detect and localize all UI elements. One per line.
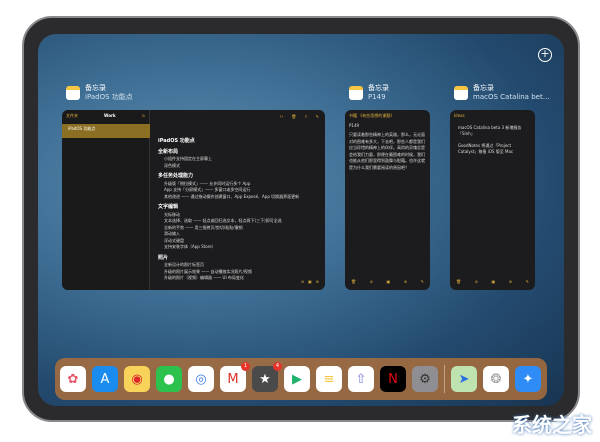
app-name: 备忘录 — [85, 84, 106, 92]
compose-icon[interactable]: ✎ — [316, 114, 319, 121]
maps-icon[interactable]: ➤ — [451, 366, 477, 392]
settings-icon[interactable]: ⚙ — [412, 366, 438, 392]
notes-window-card[interactable]: Ideas macOS Catalina beta 3 新增服务「Sinh」 G… — [450, 110, 535, 290]
back-button[interactable]: 书籍 — [349, 113, 357, 118]
wechat-icon[interactable]: ● — [156, 366, 182, 392]
app-switcher: + 备忘录 iPadOS 功能点 文件夹 Work ⊙ iPadOS 功能点 ⚇ 🗑 ⇪ ✎… — [38, 34, 564, 406]
app-name: 备忘录 — [473, 84, 494, 92]
window-title: P149 — [368, 93, 386, 101]
bullet-item: 其他改进 —— 通过拖动操作创建窗口、App Exposé、App 切换器界面更… — [164, 193, 300, 199]
weibo-icon[interactable]: ◉ — [124, 366, 150, 392]
trash-icon[interactable]: 🗑 — [291, 114, 296, 121]
app-name: 备忘录 — [368, 84, 389, 92]
watermark: 系统之家 — [512, 413, 592, 437]
notes-window-card[interactable]: 书籍 《有些思想的课题》 P149 只要读着那些精神上的英雄，那么，无论面对的困… — [345, 110, 430, 290]
note-title: P149 — [349, 122, 360, 128]
notification-badge: 1 — [241, 362, 250, 371]
toolbar-icons[interactable]: ⊘ ▣ ⊛ — [301, 279, 319, 286]
reeder-icon[interactable]: ★ 4 — [252, 362, 282, 392]
more-icon[interactable]: ⊙ — [142, 113, 145, 120]
card-label-3: 备忘录 macOS Catalina beta 3 — [454, 84, 553, 102]
notes-window-card[interactable]: 文件夹 Work ⊙ iPadOS 功能点 ⚇ 🗑 ⇪ ✎ iPadOS 功能点 全新布局… — [62, 110, 325, 290]
gmail-icon[interactable]: M1 — [220, 362, 250, 392]
section-heading: 照片 — [158, 254, 169, 261]
note-body[interactable]: iPadOS 功能点 全新布局 小组件支持固定在主屏幕上 深色模式 多任务处理能力 升级… — [158, 134, 319, 282]
back-button[interactable]: Ideas — [454, 113, 465, 118]
chrome-icon[interactable]: ◎ — [188, 366, 214, 392]
note-title: iPadOS 功能点 — [158, 138, 195, 144]
bullet-item: 支持安装字体（App Store） — [164, 244, 216, 249]
dock-separator — [444, 365, 445, 393]
app-store-icon[interactable]: A — [92, 366, 118, 392]
section-heading: 文字编辑 — [158, 204, 179, 210]
note-bullet: GoodNotes 将通过「Project Catalyst」移植 iOS 版至… — [458, 142, 514, 155]
card-label-2: 备忘录 P149 — [349, 84, 389, 102]
play-store-icon[interactable]: ▶ — [284, 366, 310, 392]
note-list-item[interactable]: iPadOS 功能点 — [62, 124, 150, 138]
note-toolbar: ⊘ ▣ ⊛ — [158, 279, 319, 286]
notes-app-icon — [66, 86, 80, 100]
photo-app-icon[interactable]: ❂ — [483, 366, 509, 392]
dock: ✿ A ◉ ● ◎ M 1 ★ 4 ▶ ≡ ⇧ N ⚙ ➤ ❂ ✦ — [55, 358, 547, 400]
note-toolbar[interactable]: 🗑 ⊘ ▣ ⊛ ✎ — [456, 279, 529, 286]
window-title: macOS Catalina beta 3 — [473, 93, 553, 101]
add-space-button[interactable]: + — [538, 48, 552, 62]
share-person-icon[interactable]: ⚇ — [280, 114, 284, 121]
section-heading: 多任务处理能力 — [158, 173, 194, 179]
book-title: 《有些思想的课题》 — [358, 113, 395, 118]
section-heading: 全新布局 — [158, 148, 179, 155]
window-title: iPadOS 功能点 — [85, 93, 133, 101]
shadowrocket-icon[interactable]: ⇧ — [348, 366, 374, 392]
note-bullet: macOS Catalina beta 3 新增服务「Sinh」 — [458, 124, 522, 137]
folder-title: Work — [103, 113, 116, 118]
safari-icon[interactable]: ✦ — [515, 366, 541, 392]
notes-sidebar: 文件夹 Work ⊙ iPadOS 功能点 — [62, 110, 150, 290]
notes-app-icon — [454, 86, 468, 100]
photos-icon[interactable]: ✿ — [60, 366, 86, 392]
bullet-item: 深色模式 — [164, 162, 180, 168]
share-icon[interactable]: ⇪ — [304, 114, 307, 121]
notification-badge: 4 — [273, 362, 282, 371]
back-button[interactable]: 文件夹 — [66, 113, 78, 120]
note-toolbar[interactable]: 🗑 ⊘ ▣ ⊛ ✎ — [351, 279, 424, 286]
card-label-1: 备忘录 iPadOS 功能点 — [66, 84, 133, 102]
note-text: 只要读着那些精神上的英雄，那么，无论面对的困难有多大，下去吧，那些人都是我们应当… — [349, 132, 425, 170]
netflix-icon[interactable]: N — [380, 366, 406, 392]
notes-app-icon — [349, 86, 363, 100]
notes-icon[interactable]: ≡ — [316, 366, 342, 392]
